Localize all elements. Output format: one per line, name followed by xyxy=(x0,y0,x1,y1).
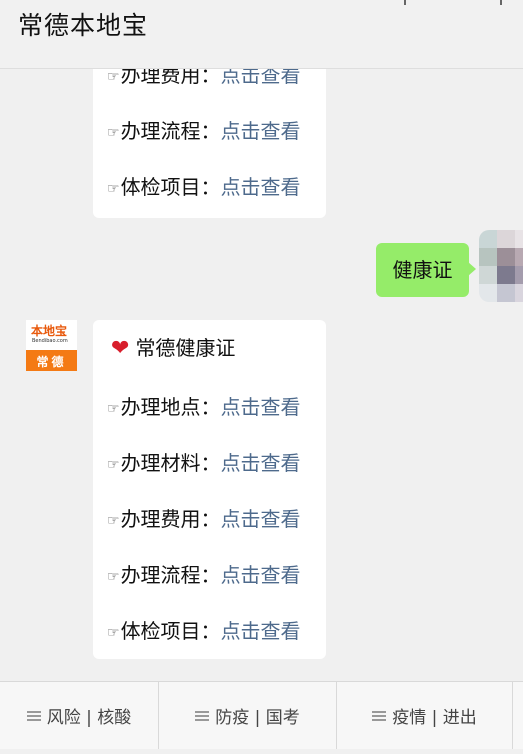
app-header: 常德本地宝 xyxy=(0,0,523,69)
view-link[interactable]: 点击查看 xyxy=(221,395,301,419)
header-divider xyxy=(500,0,502,5)
header-divider xyxy=(404,0,406,5)
pointing-hand-icon: ☞ xyxy=(107,401,120,417)
logo-city-text: 常德 xyxy=(36,355,67,369)
message-card: ❤ 常德健康证 ☞办理地点：点击查看 ☞办理材料：点击查看 ☞办理费用：点击查看 … xyxy=(93,320,326,659)
item-label: 办理费用： xyxy=(120,507,221,531)
pointing-hand-icon: ☞ xyxy=(107,569,120,585)
user-avatar[interactable] xyxy=(479,230,523,302)
view-link[interactable]: 点击查看 xyxy=(221,69,301,87)
logo-brand-text: 本地宝 xyxy=(31,324,68,338)
menu-tab-label: 防疫 | 国考 xyxy=(215,708,300,728)
page-title: 常德本地宝 xyxy=(18,11,149,40)
view-link[interactable]: 点击查看 xyxy=(221,563,301,587)
logo-domain-text: Bendibao.com xyxy=(32,338,68,344)
chat-area[interactable]: ☞办理费用：点击查看 ☞办理流程：点击查看 ☞体检项目：点击查看 健康证 本地宝… xyxy=(0,69,523,681)
view-link[interactable]: 点击查看 xyxy=(221,175,301,199)
self-message-bubble[interactable]: 健康证 xyxy=(376,243,476,297)
menu-tab-epidemic-travel[interactable]: 疫情 | 进出 xyxy=(337,682,513,749)
item-label: 办理材料： xyxy=(120,451,221,475)
view-link[interactable]: 点击查看 xyxy=(221,507,301,531)
list-item: ☞办理费用：点击查看 xyxy=(107,69,301,89)
item-label: 体检项目： xyxy=(120,619,221,643)
item-label: 体检项目： xyxy=(120,175,221,199)
item-label: 办理费用： xyxy=(120,69,221,87)
menu-tab-label: 疫情 | 进出 xyxy=(392,708,477,728)
list-item: ☞办理材料：点击查看 xyxy=(107,451,301,477)
list-item: ☞体检项目：点击查看 xyxy=(107,619,301,645)
pointing-hand-icon: ☞ xyxy=(107,69,120,85)
heart-icon: ❤ xyxy=(111,336,130,361)
view-link[interactable]: 点击查看 xyxy=(221,451,301,475)
view-link[interactable]: 点击查看 xyxy=(221,119,301,143)
heading-text: 常德健康证 xyxy=(135,336,236,360)
list-item: ☞办理费用：点击查看 xyxy=(107,507,301,533)
item-label: 办理地点： xyxy=(120,395,221,419)
pointing-hand-icon: ☞ xyxy=(107,125,120,141)
item-label: 办理流程： xyxy=(120,119,221,143)
message-card: ☞办理费用：点击查看 ☞办理流程：点击查看 ☞体检项目：点击查看 xyxy=(93,69,326,218)
card-heading: ❤ 常德健康证 xyxy=(111,336,235,361)
pointing-hand-icon: ☞ xyxy=(107,513,120,529)
bottom-menu-bar: 风险 | 核酸 防疫 | 国考 疫情 | 进出 xyxy=(0,681,523,749)
list-item: ☞办理流程：点击查看 xyxy=(107,119,301,145)
pointing-hand-icon: ☞ xyxy=(107,625,120,641)
list-item: ☞体检项目：点击查看 xyxy=(107,175,301,201)
bendibao-logo-avatar[interactable]: 本地宝 Bendibao.com 常德 xyxy=(26,320,77,371)
pointing-hand-icon: ☞ xyxy=(107,181,120,197)
menu-tab-risk-test[interactable]: 风险 | 核酸 xyxy=(0,682,159,749)
menu-tab-prevention-exam[interactable]: 防疫 | 国考 xyxy=(159,682,337,749)
menu-icon xyxy=(26,710,41,722)
list-item: ☞办理流程：点击查看 xyxy=(107,563,301,589)
item-label: 办理流程： xyxy=(120,563,221,587)
list-item: ☞办理地点：点击查看 xyxy=(107,395,301,421)
pointing-hand-icon: ☞ xyxy=(107,457,120,473)
view-link[interactable]: 点击查看 xyxy=(221,619,301,643)
menu-icon xyxy=(195,710,210,722)
menu-icon xyxy=(372,710,387,722)
menu-tab-label: 风险 | 核酸 xyxy=(46,708,132,728)
